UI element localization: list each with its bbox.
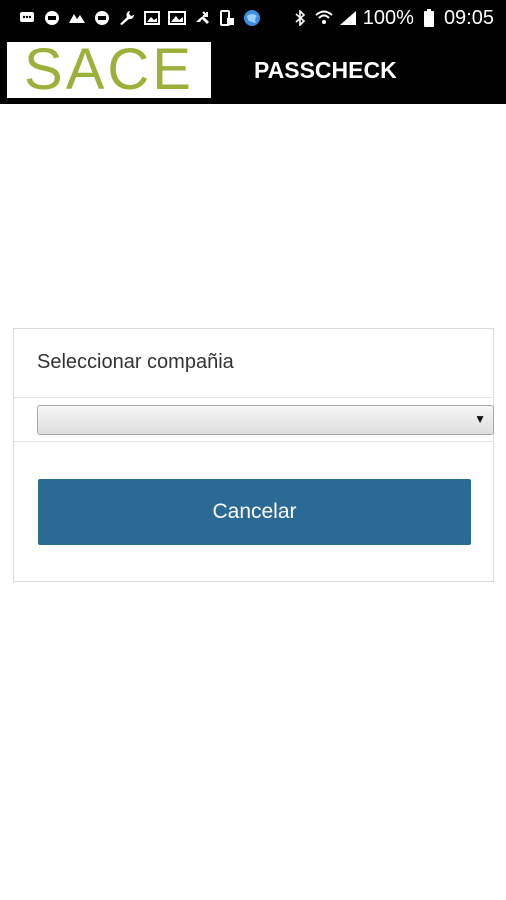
wrench-icon	[118, 10, 136, 26]
message-icon	[18, 10, 36, 26]
signal-icon	[339, 10, 357, 26]
logo-text: SACE	[24, 37, 194, 102]
company-select[interactable]: ▼	[37, 405, 494, 435]
bluetooth-icon	[291, 10, 309, 26]
clock: 09:05	[443, 7, 494, 29]
company-select-card: Seleccionar compañia ▼ Cancelar	[13, 328, 494, 582]
app-bar: SACE PASSCHECK	[0, 36, 506, 104]
missed-call-icon	[193, 10, 211, 26]
app-title: PASSCHECK	[254, 57, 397, 83]
battery-percent: 100%	[362, 7, 414, 29]
divider	[14, 397, 493, 398]
battery-icon	[420, 9, 438, 27]
bubble-icon	[93, 10, 111, 26]
select-company-label: Seleccionar compañia	[37, 351, 234, 373]
phone-clipboard-icon	[218, 10, 236, 26]
photo-app-icon	[68, 10, 86, 26]
image-icon	[168, 10, 186, 26]
bubble-icon	[43, 10, 61, 26]
cancel-button[interactable]: Cancelar	[38, 479, 471, 545]
sace-logo: SACE	[7, 37, 211, 102]
system-status: 100% 09:05	[291, 8, 506, 28]
image-icon	[143, 10, 161, 26]
notification-icons	[0, 10, 261, 26]
status-bar: 100% 09:05	[0, 0, 506, 36]
dropdown-arrow-icon: ▼	[474, 412, 486, 426]
globe-icon	[243, 10, 261, 26]
divider	[14, 441, 493, 442]
wifi-icon	[315, 10, 333, 26]
